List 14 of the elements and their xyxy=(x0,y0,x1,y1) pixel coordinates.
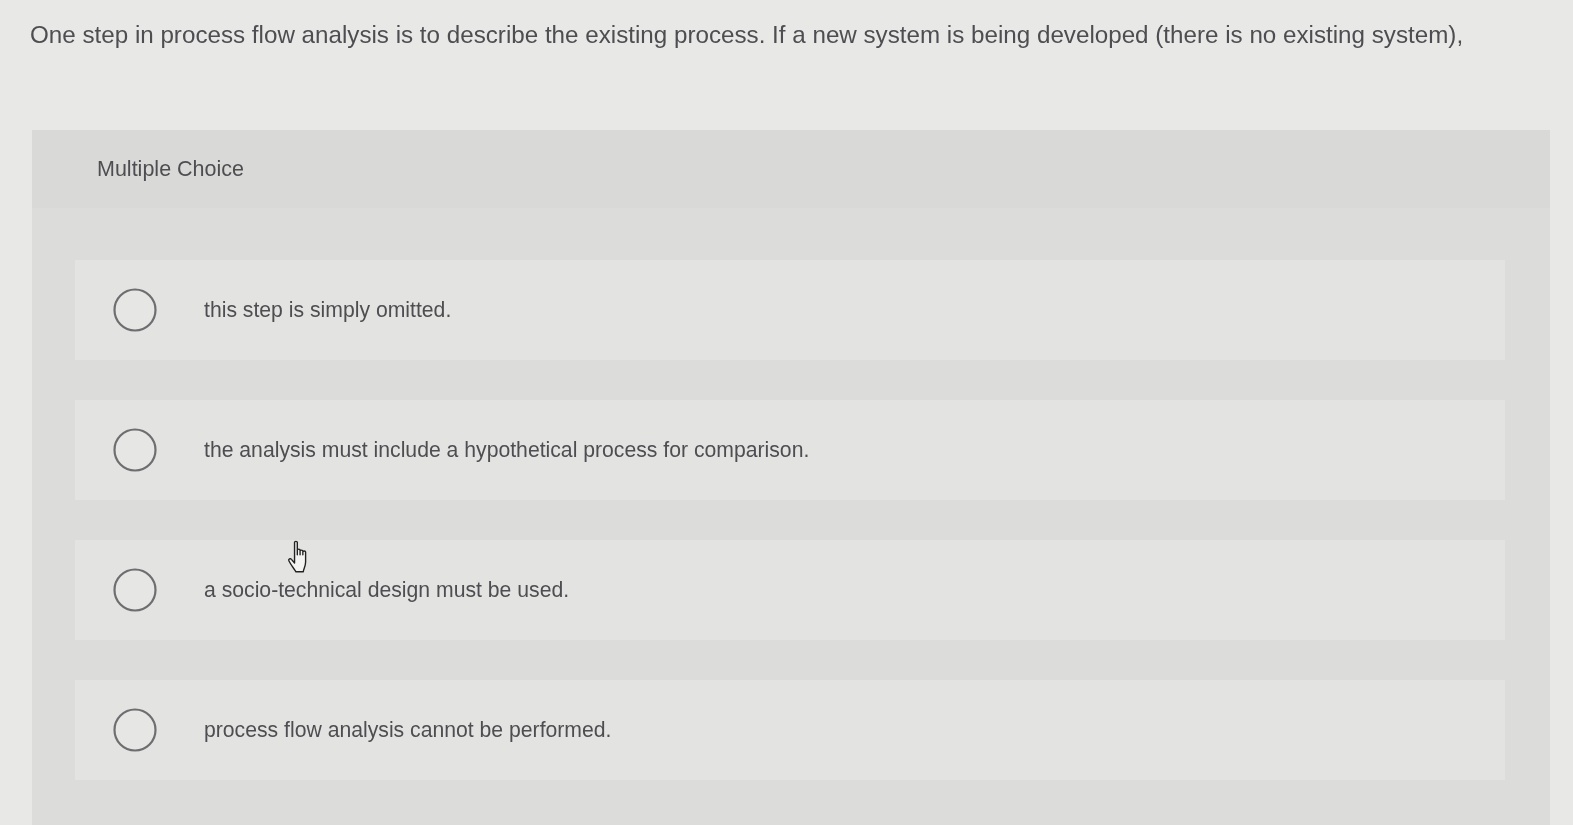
radio-button[interactable] xyxy=(113,568,157,612)
radio-button[interactable] xyxy=(113,288,157,332)
answer-option[interactable]: this step is simply omitted. xyxy=(75,260,1505,360)
radio-button[interactable] xyxy=(113,428,157,472)
answer-text: a socio-technical design must be used. xyxy=(204,578,570,602)
question-text: One step in process flow analysis is to describe the existing process. If a new system is being developed (there is no existing system), xyxy=(29,20,1465,49)
answer-text: the analysis must include a hypothetical process for comparison. xyxy=(204,438,810,462)
radio-button[interactable] xyxy=(113,708,157,752)
answer-text: this step is simply omitted. xyxy=(204,298,452,322)
question-type-label: Multiple Choice xyxy=(97,156,244,182)
answer-option[interactable]: process flow analysis cannot be performed. xyxy=(75,680,1505,780)
answer-text: process flow analysis cannot be performed. xyxy=(204,718,612,742)
answer-option[interactable]: a socio-technical design must be used. xyxy=(75,540,1505,640)
answer-option[interactable]: the analysis must include a hypothetical process for comparison. xyxy=(75,400,1505,500)
